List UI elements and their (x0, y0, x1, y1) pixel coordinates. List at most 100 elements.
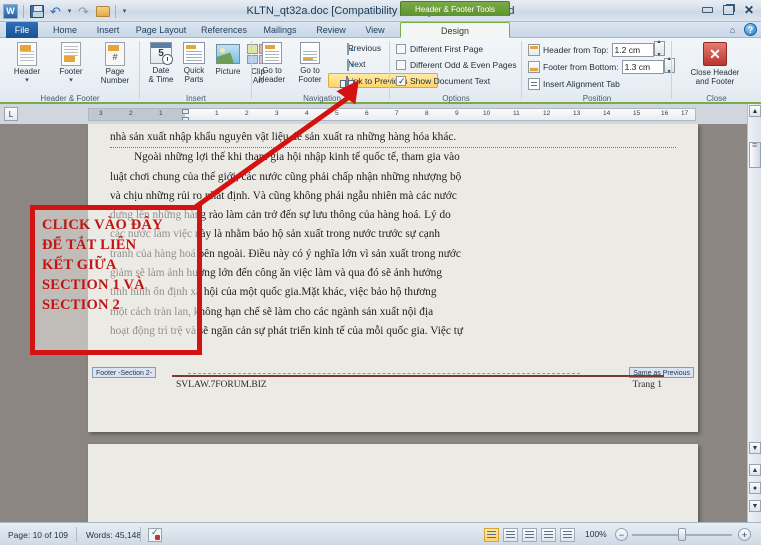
ruler-tick-12: 12 (543, 110, 550, 117)
document-canvas[interactable]: nhà sản xuất nhập khẩu nguyên vật liệu đ… (0, 124, 761, 522)
tab-selector-button[interactable]: L (4, 107, 18, 121)
web-layout-view-button[interactable] (522, 528, 537, 542)
page-number-button[interactable]: # Page Number (90, 42, 140, 85)
select-browse-object-button[interactable]: ● (749, 482, 761, 494)
checkbox-box-show-text (396, 76, 406, 86)
date-time-label-1: Date (144, 66, 178, 75)
page-indicator[interactable]: Page: 10 of 109 (8, 529, 68, 541)
ribbon-group-options: Different First Page Different Odd & Eve… (390, 38, 522, 104)
tab-review[interactable]: Review (312, 22, 350, 38)
tab-view[interactable]: View (360, 22, 390, 38)
date-and-time-button[interactable]: 5 Date & Time (144, 42, 178, 84)
ruler-tick-17: 17 (681, 110, 688, 117)
ribbon-group-close: ✕ Close Header and Footer Close (672, 38, 761, 104)
quick-parts-label-2: Parts (178, 75, 210, 84)
checkbox-box-first-page (396, 44, 406, 54)
ribbon-tab-row: File Home Insert Page Layout References … (0, 22, 761, 38)
show-document-text-label: Show Document Text (410, 76, 490, 86)
zoom-out-button[interactable]: − (615, 528, 628, 541)
minimize-button[interactable] (699, 3, 715, 16)
annotation-line-3: KẾT GIỮA (42, 255, 195, 275)
link-to-previous-icon (346, 76, 348, 88)
tab-home[interactable]: Home (48, 22, 82, 38)
header-from-top-stepper[interactable] (654, 41, 665, 56)
tab-file[interactable]: File (6, 22, 38, 38)
draft-view-button[interactable] (560, 528, 575, 542)
window-controls[interactable]: ✕ (699, 3, 757, 16)
ruler-tick-11: 11 (513, 110, 520, 117)
go-to-footer-button[interactable]: Go to Footer (292, 42, 328, 84)
group-label-options: Options (390, 94, 522, 103)
footer-from-bottom-field[interactable]: Footer from Bottom: 1.3 cm (528, 59, 675, 74)
ribbon-group-navigation: Go to Header Go to Footer Previous Next … (252, 38, 390, 104)
footer-boundary-dashes (188, 373, 580, 374)
ribbon-help-buttons[interactable]: ⌂ ? (727, 23, 757, 36)
contextual-tab-banner: Header & Footer Tools (400, 1, 510, 16)
header-from-top-input[interactable]: 1.2 cm (612, 43, 654, 57)
footer-from-bottom-input[interactable]: 1.3 cm (622, 60, 664, 74)
help-icon[interactable]: ? (744, 23, 757, 36)
document-page-2[interactable]: Header -Section 3- Same as Previous do h… (88, 444, 698, 522)
doc-line-2: Ngoài những lợi thế khi tham gia hội nhậ… (110, 148, 676, 167)
tab-insert[interactable]: Insert (92, 22, 124, 38)
proofing-errors-icon[interactable] (148, 528, 162, 542)
annotation-text: CLICK VÀO ĐÂY ĐỂ TẮT LIÊN KẾT GIỮA SECTI… (42, 215, 195, 315)
zoom-in-button[interactable]: + (738, 528, 751, 541)
ruler-left-margin (89, 109, 185, 120)
different-first-page-checkbox[interactable]: Different First Page (396, 42, 483, 56)
next-page-button[interactable]: ▼ (749, 500, 761, 512)
zoom-level[interactable]: 100% (585, 529, 607, 539)
footer-right-text: Trang 1 (633, 380, 662, 390)
vertical-scroll-thumb[interactable] (749, 142, 761, 168)
previous-page-button[interactable]: ▲ (749, 464, 761, 476)
ruler-tick-6: 6 (365, 110, 369, 117)
outline-view-button[interactable] (541, 528, 556, 542)
print-layout-view-button[interactable] (484, 528, 499, 542)
status-separator-1 (76, 527, 77, 542)
footer-dropdown-icon[interactable]: ▾ (48, 76, 94, 85)
ruler-tick-l1: 1 (159, 110, 163, 117)
horizontal-ruler[interactable]: 3 2 1 1 2 3 4 5 6 7 8 9 10 11 12 13 14 1… (88, 108, 696, 121)
previous-button[interactable]: Previous (330, 41, 381, 55)
tab-page-layout[interactable]: Page Layout (132, 22, 190, 38)
tab-mailings[interactable]: Mailings (258, 22, 302, 38)
ruler-tick-1: 1 (215, 110, 219, 117)
different-odd-even-label: Different Odd & Even Pages (410, 60, 517, 70)
insert-alignment-tab-button[interactable]: Insert Alignment Tab (528, 76, 620, 91)
close-header-and-footer-button[interactable]: ✕ Close Header and Footer (686, 42, 744, 86)
go-to-footer-label-2: Footer (292, 75, 328, 84)
picture-button[interactable]: Picture (210, 44, 246, 76)
next-icon (347, 59, 349, 71)
vertical-scrollbar[interactable]: ▲ ▼ ▲ ● ▼ (747, 104, 761, 522)
tab-design[interactable]: Design (400, 22, 510, 38)
show-document-text-checkbox[interactable]: Show Document Text (396, 74, 490, 88)
window-title: KLTN_qt32a.doc [Compatibility Mode] - Mi… (0, 0, 761, 22)
next-button[interactable]: Next (330, 57, 365, 71)
footer-button-label: Footer (48, 67, 94, 76)
minimize-ribbon-icon[interactable]: ⌂ (727, 24, 738, 35)
left-indent-marker[interactable] (182, 117, 189, 121)
different-odd-even-checkbox[interactable]: Different Odd & Even Pages (396, 58, 517, 72)
alignment-tab-icon (528, 78, 540, 90)
ruler-bar: L 3 2 1 1 2 3 4 5 6 7 8 9 10 11 12 13 14… (0, 104, 761, 124)
footer-section-tag[interactable]: Footer -Section 2- (92, 367, 156, 378)
go-to-header-button[interactable]: Go to Header (254, 42, 290, 84)
word-count[interactable]: Words: 45,148 (86, 529, 141, 541)
first-line-indent-marker[interactable] (182, 109, 189, 114)
ruler-tick-16: 16 (661, 110, 668, 117)
quick-parts-button[interactable]: Quick Parts (178, 42, 210, 84)
close-button[interactable]: ✕ (741, 3, 757, 16)
scroll-up-button[interactable]: ▲ (749, 105, 761, 117)
header-button[interactable]: Header ▾ (4, 42, 50, 85)
restore-button[interactable] (720, 3, 736, 16)
footer-button[interactable]: Footer ▾ (48, 42, 94, 85)
tab-references[interactable]: References (198, 22, 250, 38)
zoom-slider-thumb[interactable] (678, 528, 686, 541)
full-screen-reading-view-button[interactable] (503, 528, 518, 542)
scroll-down-button[interactable]: ▼ (749, 442, 761, 454)
date-time-label-2: & Time (144, 75, 178, 84)
header-dropdown-icon[interactable]: ▾ (4, 76, 50, 85)
ruler-tick-3: 3 (275, 110, 279, 117)
ribbon-group-insert: 5 Date & Time Quick Parts Picture Clip A… (140, 38, 252, 104)
header-from-top-field[interactable]: Header from Top: 1.2 cm (528, 42, 665, 57)
